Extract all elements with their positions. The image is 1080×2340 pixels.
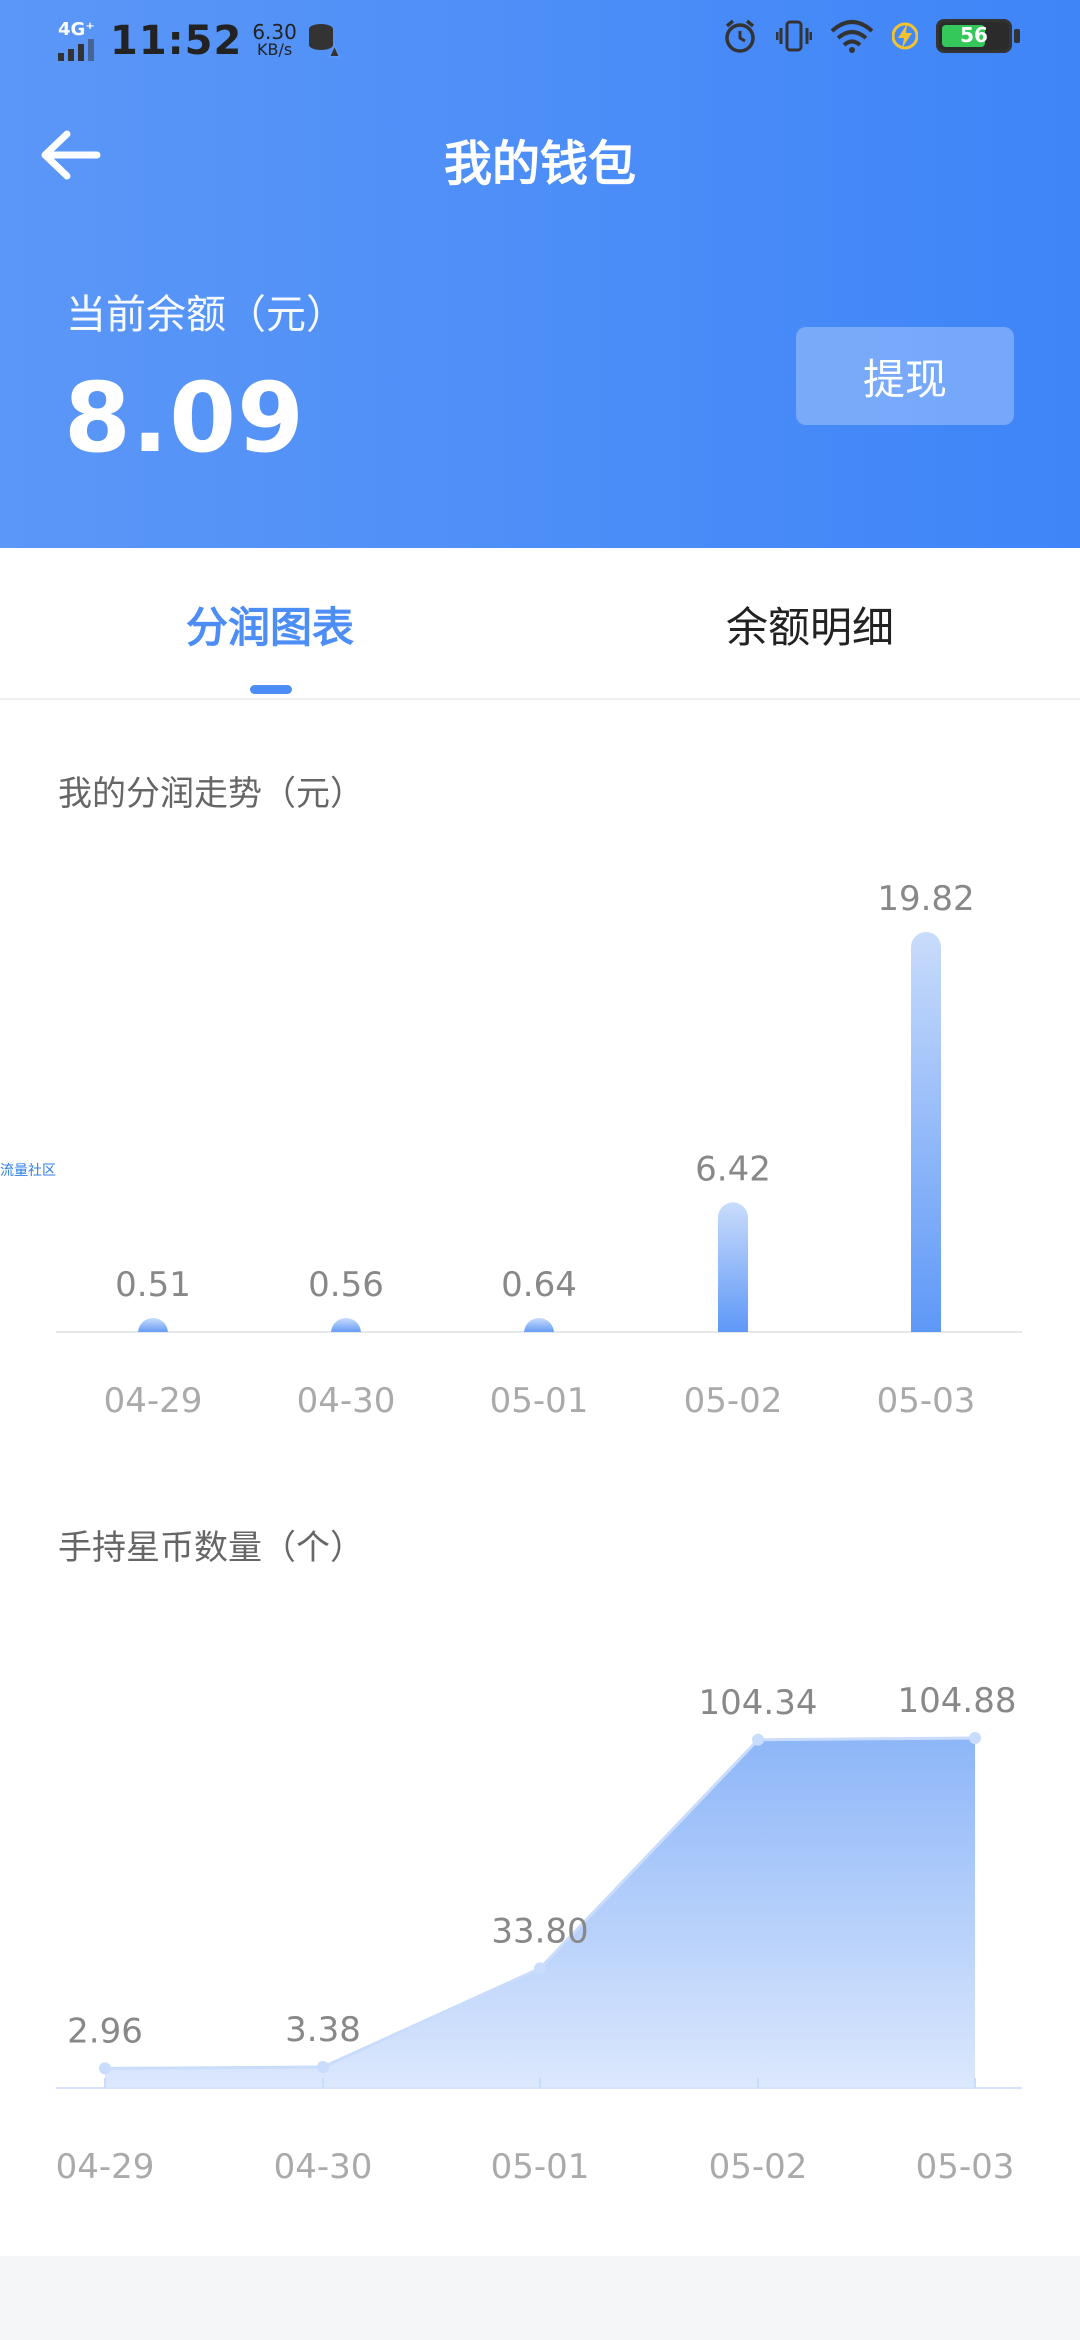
bar-value-label: 6.42 [695, 1149, 771, 1189]
status-right: 56 [722, 18, 1020, 54]
status-bar: 4G⁺ 11:52 6.30 KB/s 56 [0, 0, 1080, 84]
battery-group: 56 [936, 19, 1020, 53]
tab-profit-chart[interactable]: 分润图表 [0, 594, 540, 655]
bar-x-tick-label: 05-01 [490, 1381, 589, 1421]
tab-bar: 分润图表 余额明细 [0, 548, 1080, 700]
tab-balance-detail[interactable]: 余额明细 [540, 594, 1080, 655]
battery-level: 56 [960, 23, 988, 47]
area-x-tick-label: 05-01 [491, 2147, 590, 2187]
area-point [317, 2061, 329, 2074]
wifi-icon [830, 20, 874, 53]
area-value-label: 2.96 [67, 2011, 143, 2051]
bar-x-tick-label: 05-02 [684, 1381, 783, 1421]
area-point [969, 1732, 981, 1744]
profit-chart-title: 我的分润走势（元） [58, 774, 364, 814]
area-x-tick-label: 04-30 [274, 2147, 373, 2187]
area-x-tick-label: 05-02 [709, 2147, 808, 2187]
network-type: 4G⁺ [58, 19, 95, 40]
area-value-label: 3.38 [285, 2010, 361, 2050]
area-point [752, 1733, 764, 1746]
area-value-label: 104.88 [898, 1681, 1017, 1721]
bottom-strip [0, 2256, 1080, 2340]
signal-bars-icon [58, 39, 94, 61]
area-x-tick-label: 05-03 [916, 2147, 1015, 2187]
bar [718, 1202, 748, 1332]
data-warning-icon [308, 24, 341, 58]
net-speed: 6.30 KB/s [252, 20, 297, 59]
status-time: 11:52 [110, 18, 243, 64]
area-point [534, 1962, 546, 1975]
vibrate-icon [776, 20, 812, 52]
coins-chart-title: 手持星币数量（个） [58, 1528, 364, 1568]
bar-value-label: 0.51 [115, 1265, 191, 1305]
withdraw-button[interactable]: 提现 [796, 327, 1014, 425]
net-speed-value: 6.30 [252, 20, 297, 44]
area-group: 2.96 04-29 3.38 04-30 33.80 05-01 104.34 05-02 1… [56, 1681, 1017, 2187]
page-title: 我的钱包 [443, 136, 636, 192]
profit-bar-chart: 0.51 04-29 0.56 04-30 0.64 05-01 6.42 05-02 19.8… [56, 879, 1022, 1421]
balance-label: 当前余额（元） [66, 292, 346, 338]
bar-value-label: 0.56 [308, 1265, 384, 1305]
area-value-label: 104.34 [699, 1683, 818, 1723]
alarm-icon [725, 19, 755, 53]
tab-indicator [250, 685, 292, 694]
signal-icon: 4G⁺ [58, 21, 100, 61]
wallet-page: 4G⁺ 11:52 6.30 KB/s 56 我的钱包 当前余额（元） 8.09… [0, 0, 1080, 2340]
bar [524, 1318, 554, 1333]
bar-value-label: 0.64 [501, 1265, 577, 1305]
bar [331, 1318, 361, 1333]
bar-x-tick-label: 04-29 [104, 1381, 203, 1421]
status-left: 4G⁺ 11:52 6.30 KB/s [58, 18, 341, 64]
battery-icon: 56 [936, 19, 1012, 53]
bar [911, 932, 941, 1332]
nav-bar: 我的钱包 [0, 110, 1080, 200]
balance-value: 8.09 [64, 362, 305, 474]
area-point [99, 2062, 111, 2075]
bar-value-label: 19.82 [877, 879, 974, 919]
net-speed-unit: KB/s [256, 40, 293, 59]
area-value-label: 33.80 [491, 1911, 588, 1951]
wallet-header: 4G⁺ 11:52 6.30 KB/s 56 我的钱包 当前余额（元） 8.09… [0, 0, 1080, 548]
bar-x-tick-label: 05-03 [877, 1381, 976, 1421]
bar [138, 1318, 168, 1333]
coins-area-chart: 2.96 04-29 3.38 04-30 33.80 05-01 104.34 05-02 1… [56, 1681, 1022, 2187]
area-x-tick-label: 04-29 [56, 2147, 155, 2187]
bar-x-tick-label: 04-30 [297, 1381, 396, 1421]
charging-icon [892, 22, 918, 50]
